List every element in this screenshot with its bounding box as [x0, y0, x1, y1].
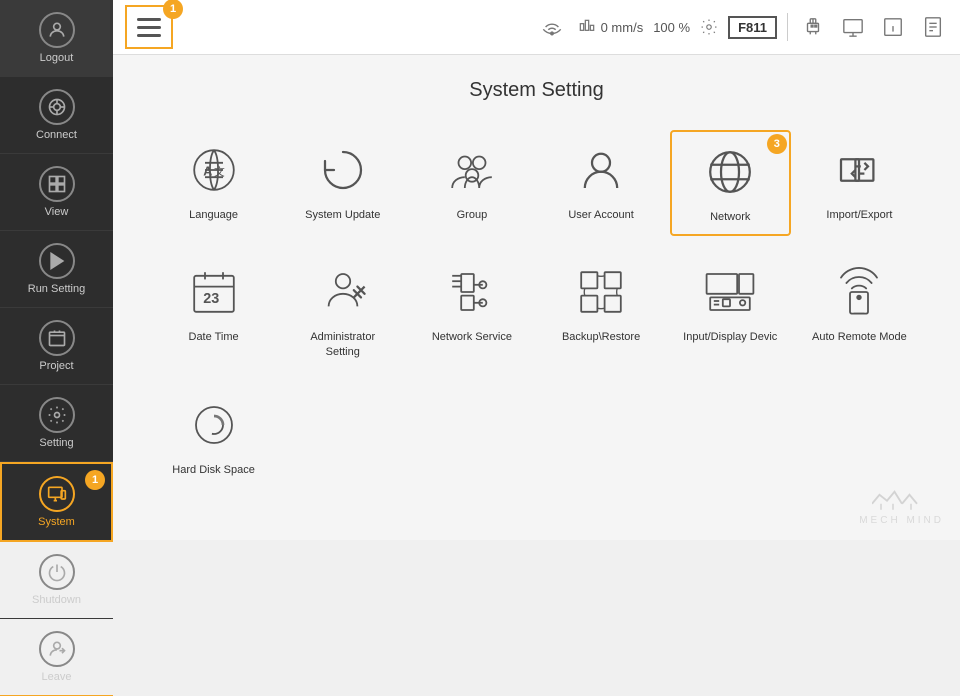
settings-row-1: A 文 Language System Update	[153, 130, 920, 236]
connection-icon	[537, 14, 567, 40]
svg-text:A: A	[203, 164, 212, 178]
topbar-gear-icon	[700, 18, 718, 36]
system-update-label: System Update	[305, 208, 380, 222]
date-time-label: Date Time	[189, 330, 239, 344]
sidebar-item-leave[interactable]: Leave	[0, 619, 113, 696]
connect-icon	[39, 89, 75, 125]
content-area: System Setting A 文 Language	[113, 55, 960, 540]
shutdown-icon	[39, 554, 75, 590]
date-time-icon: 23	[184, 262, 244, 322]
page-title: System Setting	[153, 79, 920, 102]
menu-bar-2	[137, 26, 161, 29]
sidebar-item-project[interactable]: Project	[0, 308, 113, 385]
backup-restore-label: Backup\Restore	[562, 330, 640, 344]
menu-badge: 1	[163, 0, 183, 19]
robot-icon[interactable]	[798, 14, 828, 40]
auto-remote-mode-item[interactable]: Auto Remote Mode	[799, 252, 920, 369]
settings-row-3: Hard Disk Space	[153, 385, 920, 487]
language-icon: A 文	[184, 140, 244, 200]
hard-disk-space-icon	[184, 395, 244, 455]
system-update-item[interactable]: System Update	[282, 130, 403, 236]
language-label: Language	[189, 208, 238, 222]
system-badge: 1	[85, 470, 105, 490]
sidebar-item-shutdown-label: Shutdown	[32, 594, 81, 606]
menu-button-wrapper: 1	[125, 5, 177, 49]
sidebar-item-connect-label: Connect	[36, 129, 77, 141]
view-icon	[39, 166, 75, 202]
sidebar-item-run-setting-label: Run Setting	[28, 283, 85, 295]
percent-display: 100 %	[653, 20, 690, 35]
network-item[interactable]: Network 3	[670, 130, 791, 236]
backup-restore-icon	[571, 262, 631, 322]
settings-row-2: 23 Date Time Administrator Setting	[153, 252, 920, 369]
mechmind-logo-text: MECH MIND	[859, 515, 944, 526]
input-display-icon	[700, 262, 760, 322]
main-area: 1 0 mm/s 100 % F811	[113, 0, 960, 540]
sidebar-item-setting-label: Setting	[39, 437, 73, 449]
leave-icon	[39, 631, 75, 667]
speed-display: 0 mm/s	[577, 17, 644, 37]
info-icon[interactable]	[878, 14, 908, 40]
date-time-item[interactable]: 23 Date Time	[153, 252, 274, 369]
auto-remote-mode-icon	[829, 262, 889, 322]
admin-setting-label: Administrator Setting	[310, 330, 375, 359]
input-display-label: Input/Display Devic	[683, 330, 777, 344]
network-icon	[700, 142, 760, 202]
run-setting-icon	[39, 243, 75, 279]
sidebar: Logout Connect View Run Setting	[0, 0, 113, 540]
topbar-divider	[787, 13, 788, 41]
auto-remote-mode-label: Auto Remote Mode	[812, 330, 907, 344]
admin-setting-icon	[313, 262, 373, 322]
admin-setting-item[interactable]: Administrator Setting	[282, 252, 403, 369]
mechmind-logo: MECH MIND	[859, 488, 944, 526]
hard-disk-space-item[interactable]: Hard Disk Space	[153, 385, 274, 487]
svg-text:文: 文	[214, 165, 225, 178]
topbar: 1 0 mm/s 100 % F811	[113, 0, 960, 55]
menu-bar-3	[137, 34, 161, 37]
import-export-item[interactable]: Import/Export	[799, 130, 920, 236]
sidebar-item-logout-label: Logout	[40, 52, 74, 64]
user-account-icon	[571, 140, 631, 200]
system-update-icon	[313, 140, 373, 200]
input-display-item[interactable]: Input/Display Devic	[670, 252, 791, 369]
sidebar-item-project-label: Project	[39, 360, 73, 372]
import-export-label: Import/Export	[826, 208, 892, 222]
sidebar-item-view[interactable]: View	[0, 154, 113, 231]
project-icon	[39, 320, 75, 356]
sidebar-item-logout[interactable]: Logout	[0, 0, 113, 77]
sidebar-item-shutdown[interactable]: Shutdown	[0, 542, 113, 619]
model-display: F811	[728, 16, 777, 39]
network-service-icon	[442, 262, 502, 322]
setting-icon	[39, 397, 75, 433]
hard-disk-space-label: Hard Disk Space	[172, 463, 255, 477]
sidebar-item-leave-label: Leave	[42, 671, 72, 683]
backup-restore-item[interactable]: Backup\Restore	[540, 252, 661, 369]
import-export-icon	[829, 140, 889, 200]
group-label: Group	[457, 208, 488, 222]
system-icon	[39, 476, 75, 512]
sidebar-item-run-setting[interactable]: Run Setting	[0, 231, 113, 308]
group-icon	[442, 140, 502, 200]
sidebar-item-setting[interactable]: Setting	[0, 385, 113, 462]
sidebar-item-system[interactable]: System 1	[0, 462, 113, 542]
svg-text:23: 23	[203, 291, 219, 307]
user-account-label: User Account	[568, 208, 633, 222]
speed-value: 0 mm/s	[601, 20, 644, 35]
sidebar-item-view-label: View	[45, 206, 69, 218]
monitor-icon[interactable]	[838, 14, 868, 40]
group-item[interactable]: Group	[411, 130, 532, 236]
sidebar-item-connect[interactable]: Connect	[0, 77, 113, 154]
user-account-item[interactable]: User Account	[540, 130, 661, 236]
network-service-label: Network Service	[432, 330, 512, 344]
menu-bar-1	[137, 18, 161, 21]
network-badge: 3	[767, 134, 787, 154]
network-service-item[interactable]: Network Service	[411, 252, 532, 369]
language-item[interactable]: A 文 Language	[153, 130, 274, 236]
logout-icon	[39, 12, 75, 48]
doc-icon[interactable]	[918, 14, 948, 40]
sidebar-item-system-label: System	[38, 516, 75, 528]
network-label: Network	[710, 210, 750, 224]
